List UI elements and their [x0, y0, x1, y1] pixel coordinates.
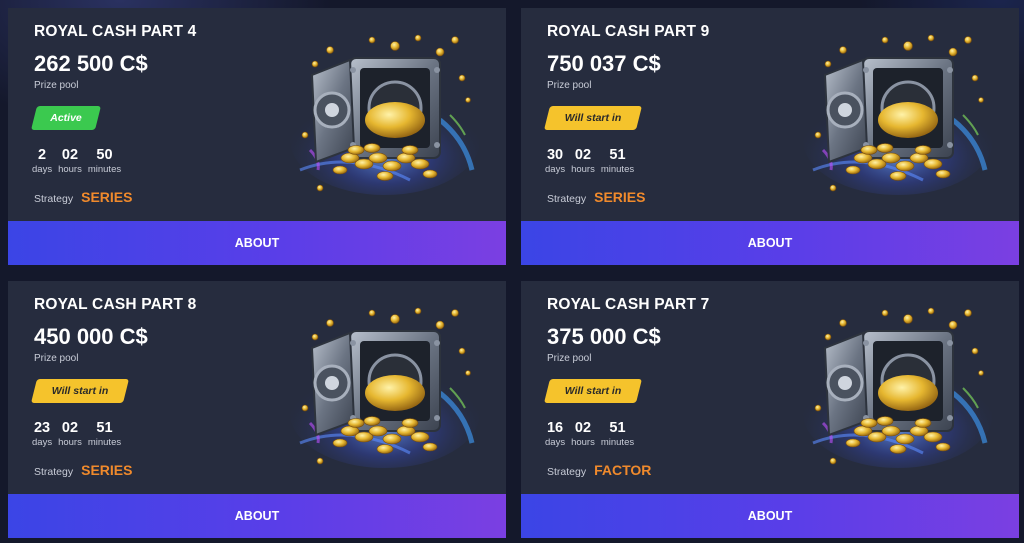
timer-days-label: days	[545, 437, 566, 448]
timer-hours: 02 hours	[58, 147, 82, 177]
status-badge: Will start in	[544, 379, 642, 403]
tournament-title: ROYAL CASH PART 4	[34, 23, 197, 40]
strategy-label: Strategy	[34, 193, 74, 205]
timer-hours: 02 hours	[58, 420, 82, 450]
about-button[interactable]: ABOUT	[8, 494, 506, 538]
countdown-timer: 2 days 02 hours 50 minutes	[32, 147, 127, 177]
strategy-label: Strategy	[547, 193, 587, 205]
about-button[interactable]: ABOUT	[8, 221, 506, 265]
tournament-title: ROYAL CASH PART 9	[547, 23, 710, 40]
timer-minutes-value: 51	[609, 420, 626, 436]
timer-hours: 02 hours	[571, 420, 595, 450]
status-badge: Active	[31, 106, 101, 130]
about-button[interactable]: ABOUT	[521, 221, 1019, 265]
prize-label: Prize pool	[547, 353, 592, 364]
status-badge-label: Will start in	[564, 112, 622, 124]
tournament-title: ROYAL CASH PART 8	[34, 296, 197, 313]
timer-hours-value: 02	[574, 147, 592, 163]
about-button[interactable]: ABOUT	[521, 494, 1019, 538]
countdown-timer: 16 days 02 hours 51 minutes	[545, 420, 640, 450]
vault-gold-coins-image	[803, 307, 993, 468]
timer-days-label: days	[32, 437, 53, 448]
status-badge: Will start in	[31, 379, 129, 403]
timer-hours-value: 02	[61, 420, 79, 436]
strategy-row: Strategy SERIES	[547, 189, 645, 205]
timer-days: 23 days	[32, 420, 52, 450]
status-badge: Will start in	[544, 106, 642, 130]
timer-minutes-value: 51	[96, 420, 113, 436]
timer-minutes-value: 51	[609, 147, 626, 163]
strategy-row: Strategy FACTOR	[547, 462, 651, 478]
strategy-value: SERIES	[81, 462, 133, 478]
vault-gold-coins-image	[803, 34, 993, 195]
prize-label: Prize pool	[34, 80, 79, 91]
timer-hours-label: hours	[571, 437, 595, 448]
countdown-timer: 23 days 02 hours 51 minutes	[32, 420, 127, 450]
timer-days-label: days	[32, 164, 53, 175]
timer-minutes-label: minutes	[600, 437, 635, 448]
timer-minutes-label: minutes	[87, 437, 122, 448]
tournament-title: ROYAL CASH PART 7	[547, 296, 710, 313]
strategy-label: Strategy	[547, 466, 587, 478]
tournament-card: ROYAL CASH PART 4 262 500 C$ Prize pool …	[8, 8, 506, 265]
status-badge-label: Active	[50, 112, 82, 124]
timer-minutes: 50 minutes	[88, 147, 121, 177]
timer-minutes-label: minutes	[600, 164, 635, 175]
timer-days: 30 days	[545, 147, 565, 177]
vault-gold-coins-image	[290, 307, 480, 468]
timer-minutes: 51 minutes	[601, 420, 634, 450]
strategy-value: SERIES	[594, 189, 646, 205]
timer-days-value: 30	[546, 147, 564, 163]
tournament-card: ROYAL CASH PART 7 375 000 C$ Prize pool …	[521, 281, 1019, 538]
status-badge-label: Will start in	[51, 385, 109, 397]
timer-days: 2 days	[32, 147, 52, 177]
timer-hours-label: hours	[58, 164, 82, 175]
prize-amount: 450 000 C$	[34, 324, 148, 349]
timer-minutes-value: 50	[96, 147, 113, 163]
timer-days: 16 days	[545, 420, 565, 450]
timer-hours-label: hours	[58, 437, 82, 448]
status-badge-label: Will start in	[564, 385, 622, 397]
prize-amount: 262 500 C$	[34, 51, 148, 76]
timer-days-value: 16	[546, 420, 564, 436]
card-body: ROYAL CASH PART 7 375 000 C$ Prize pool …	[521, 281, 1019, 494]
prize-label: Prize pool	[34, 353, 79, 364]
timer-minutes: 51 minutes	[601, 147, 634, 177]
strategy-value: SERIES	[81, 189, 133, 205]
timer-hours-value: 02	[574, 420, 592, 436]
strategy-row: Strategy SERIES	[34, 462, 132, 478]
prize-amount: 375 000 C$	[547, 324, 661, 349]
strategy-row: Strategy SERIES	[34, 189, 132, 205]
timer-hours-label: hours	[571, 164, 595, 175]
timer-days-label: days	[545, 164, 566, 175]
card-body: ROYAL CASH PART 9 750 037 C$ Prize pool …	[521, 8, 1019, 221]
timer-hours: 02 hours	[571, 147, 595, 177]
strategy-label: Strategy	[34, 466, 74, 478]
countdown-timer: 30 days 02 hours 51 minutes	[545, 147, 640, 177]
card-body: ROYAL CASH PART 4 262 500 C$ Prize pool …	[8, 8, 506, 221]
strategy-value: FACTOR	[594, 462, 652, 478]
timer-minutes: 51 minutes	[88, 420, 121, 450]
card-body: ROYAL CASH PART 8 450 000 C$ Prize pool …	[8, 281, 506, 494]
tournament-card: ROYAL CASH PART 9 750 037 C$ Prize pool …	[521, 8, 1019, 265]
prize-amount: 750 037 C$	[547, 51, 661, 76]
timer-days-value: 23	[33, 420, 51, 436]
tournament-card: ROYAL CASH PART 8 450 000 C$ Prize pool …	[8, 281, 506, 538]
prize-label: Prize pool	[547, 80, 592, 91]
vault-gold-coins-image	[290, 34, 480, 195]
timer-minutes-label: minutes	[87, 164, 122, 175]
timer-days-value: 2	[38, 147, 47, 163]
timer-hours-value: 02	[61, 147, 79, 163]
